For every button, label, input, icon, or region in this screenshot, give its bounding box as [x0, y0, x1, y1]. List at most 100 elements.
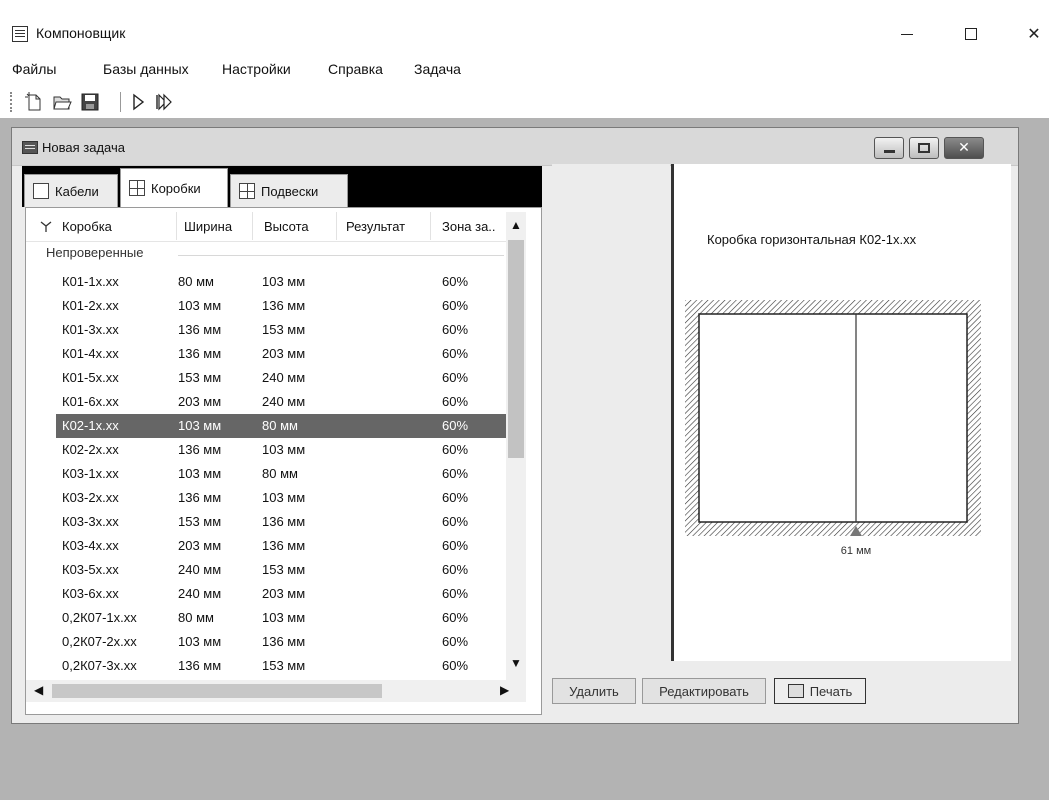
table-row[interactable]: К01-1x.xx 80 мм 103 мм 60%	[56, 270, 506, 294]
menu-databases[interactable]: Базы данных	[103, 61, 189, 77]
vertical-scrollbar[interactable]: ▲ ▼	[506, 212, 526, 680]
cell-width: 203 мм	[178, 538, 222, 553]
table-row[interactable]: К03-4x.xx 203 мм 136 мм 60%	[56, 534, 506, 558]
column-divider[interactable]	[176, 212, 177, 240]
cell-zone: 60%	[442, 562, 469, 577]
column-divider[interactable]	[430, 212, 431, 240]
cell-zone: 60%	[442, 610, 469, 625]
column-header-height[interactable]: Высота	[264, 219, 309, 241]
run-all-icon[interactable]	[154, 92, 174, 112]
delete-button[interactable]: Удалить	[552, 678, 636, 704]
table-row[interactable]: К02-1x.xx 103 мм 80 мм 60%	[56, 414, 506, 438]
maximize-icon	[918, 143, 930, 153]
table-row[interactable]: К01-2x.xx 103 мм 136 мм 60%	[56, 294, 506, 318]
cell-height: 153 мм	[262, 322, 306, 337]
cell-width: 80 мм	[178, 274, 214, 289]
cell-box: К01-3x.xx	[62, 322, 119, 337]
cell-box: К01-5x.xx	[62, 370, 119, 385]
table-row[interactable]: К03-1x.xx 103 мм 80 мм 60%	[56, 462, 506, 486]
column-header-result[interactable]: Результат	[346, 219, 405, 241]
table-row[interactable]: 0,2К07-3x.xx 136 мм 153 мм 60%	[56, 654, 506, 678]
new-file-icon[interactable]	[24, 92, 44, 112]
menu-task[interactable]: Задача	[414, 61, 461, 77]
scroll-thumb[interactable]	[508, 240, 524, 458]
table-row[interactable]: К03-6x.xx 240 мм 203 мм 60%	[56, 582, 506, 606]
tab-hangers[interactable]: Подвески	[230, 174, 348, 207]
child-close-button[interactable]: ✕	[944, 137, 984, 159]
cell-height: 153 мм	[262, 658, 306, 673]
print-button[interactable]: Печать	[774, 678, 866, 704]
table-row[interactable]: К03-2x.xx 136 мм 103 мм 60%	[56, 486, 506, 510]
cell-height: 80 мм	[262, 418, 298, 433]
table-row[interactable]: К03-5x.xx 240 мм 153 мм 60%	[56, 558, 506, 582]
maximize-button[interactable]	[951, 20, 991, 48]
scroll-up-icon[interactable]: ▲	[510, 218, 522, 232]
preview-border	[671, 164, 674, 661]
task-window-title: Новая задача	[42, 140, 125, 155]
cell-box: К03-1x.xx	[62, 466, 119, 481]
cell-zone: 60%	[442, 586, 469, 601]
menu-files[interactable]: Файлы	[12, 61, 56, 77]
tab-label: Коробки	[151, 180, 201, 196]
tab-cables[interactable]: Кабели	[24, 174, 118, 207]
printer-icon	[787, 684, 804, 698]
cell-zone: 60%	[442, 442, 469, 457]
close-icon: ✕	[1027, 26, 1041, 43]
cell-height: 103 мм	[262, 274, 306, 289]
edit-button[interactable]: Редактировать	[642, 678, 766, 704]
task-window: Новая задача ✕ Кабели Коробки Подвески К…	[11, 127, 1019, 724]
minimize-button[interactable]	[887, 20, 927, 48]
column-divider[interactable]	[252, 212, 253, 240]
menu-settings[interactable]: Настройки	[222, 61, 291, 77]
toolbar-grip[interactable]	[10, 92, 12, 112]
toolbar-separator	[120, 92, 121, 112]
cell-zone: 60%	[442, 298, 469, 313]
child-minimize-button[interactable]	[874, 137, 904, 159]
column-header-width[interactable]: Ширина	[184, 219, 232, 241]
box-grid-icon	[129, 180, 145, 196]
table-row[interactable]: 0,2К07-1x.xx 80 мм 103 мм 60%	[56, 606, 506, 630]
scroll-right-icon[interactable]: ▶	[500, 683, 509, 697]
scroll-down-icon[interactable]: ▼	[510, 656, 522, 670]
table-row[interactable]: К01-3x.xx 136 мм 153 мм 60%	[56, 318, 506, 342]
minimize-icon	[901, 33, 913, 35]
boxes-list-view[interactable]: Коробка Ширина Высота Результат Зона за.…	[25, 207, 542, 715]
save-icon[interactable]	[80, 92, 100, 112]
cell-height: 240 мм	[262, 370, 306, 385]
cell-box: 0,2К07-3x.xx	[62, 658, 137, 673]
cell-box: К01-1x.xx	[62, 274, 119, 289]
cell-width: 136 мм	[178, 322, 222, 337]
run-icon[interactable]	[128, 92, 148, 112]
table-row[interactable]: К01-4x.xx 136 мм 203 мм 60%	[56, 342, 506, 366]
column-header-zone[interactable]: Зона за..	[442, 219, 496, 241]
cell-width: 103 мм	[178, 298, 222, 313]
column-divider[interactable]	[336, 212, 337, 240]
table-row[interactable]: К01-5x.xx 153 мм 240 мм 60%	[56, 366, 506, 390]
cell-width: 136 мм	[178, 658, 222, 673]
close-button[interactable]: ✕	[1014, 20, 1049, 48]
column-header-box[interactable]: Коробка	[62, 219, 112, 241]
cell-zone: 60%	[442, 490, 469, 505]
title-bar: Компоновщик ✕	[0, 14, 1049, 54]
table-row[interactable]: К02-2x.xx 136 мм 103 мм 60%	[56, 438, 506, 462]
group-header[interactable]: Непроверенные	[46, 245, 144, 260]
scroll-thumb[interactable]	[52, 684, 382, 698]
child-maximize-button[interactable]	[909, 137, 939, 159]
filter-icon[interactable]	[40, 221, 52, 233]
open-folder-icon[interactable]	[52, 92, 72, 112]
table-row[interactable]: 0,2К07-2x.xx 103 мм 136 мм 60%	[56, 630, 506, 654]
cell-zone: 60%	[442, 274, 469, 289]
cell-zone: 60%	[442, 658, 469, 673]
cell-zone: 60%	[442, 322, 469, 337]
task-window-icon	[22, 141, 38, 154]
horizontal-scrollbar[interactable]: ◀ ▶	[26, 680, 526, 702]
table-row[interactable]: К01-6x.xx 203 мм 240 мм 60%	[56, 390, 506, 414]
cell-box: К02-2x.xx	[62, 442, 119, 457]
scroll-left-icon[interactable]: ◀	[34, 683, 43, 697]
toolbar	[0, 84, 1049, 118]
table-row[interactable]: К03-3x.xx 153 мм 136 мм 60%	[56, 510, 506, 534]
task-window-titlebar[interactable]: Новая задача ✕	[12, 128, 1018, 166]
tab-boxes[interactable]: Коробки	[120, 168, 228, 207]
tab-strip: Кабели Коробки Подвески	[22, 166, 542, 207]
menu-help[interactable]: Справка	[328, 61, 383, 77]
